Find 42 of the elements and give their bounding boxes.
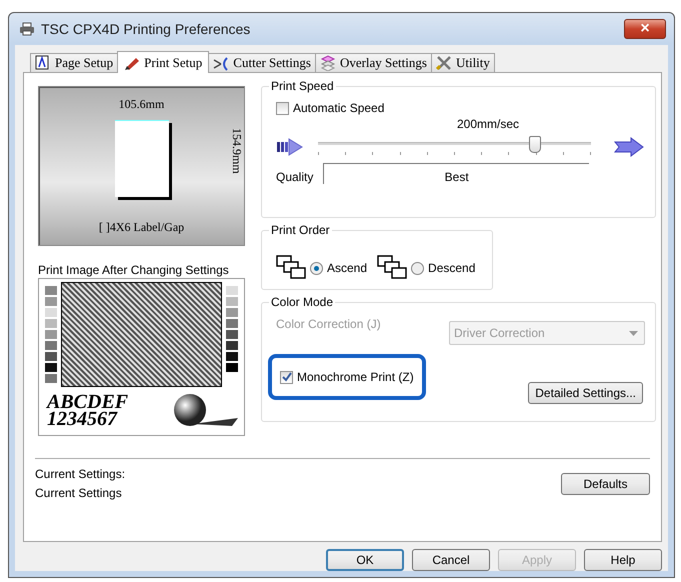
tab[interactable]: Cutter Settings: [208, 53, 316, 72]
radio-option[interactable]: Ascend: [310, 261, 368, 275]
dropdown-caret-icon: [629, 330, 638, 336]
tab[interactable]: Overlay Settings: [314, 53, 432, 72]
tools-icon: [436, 55, 452, 71]
close-button[interactable]: ×: [624, 19, 666, 39]
checkbox-label: Automatic Speed: [293, 101, 384, 115]
paper-width: 105.6mm: [118, 96, 166, 112]
tab[interactable]: Utility: [430, 53, 495, 72]
group-title: Color Mode: [269, 295, 336, 309]
current-settings-text: Current Settings:: [35, 467, 126, 481]
stacked-pages-icon: [377, 255, 408, 281]
printer-icon: [19, 22, 35, 36]
current-settings-text: Current Settings: [35, 486, 123, 500]
group-title: Print Speed: [269, 79, 336, 93]
radio-option[interactable]: Descend: [411, 261, 476, 275]
page-icon: [35, 55, 51, 71]
group-title: Print Order: [269, 223, 332, 237]
window-title: TSC CPX4D Printing Preferences: [41, 21, 252, 37]
slow-arrow-icon: [276, 138, 304, 156]
defaults-button[interactable]: Defaults: [561, 473, 650, 495]
fast-arrow-icon: [613, 137, 645, 157]
dialog-button[interactable]: Help: [584, 549, 662, 571]
sample-text: ABCDEF 1234567: [45, 394, 128, 428]
dialog-button[interactable]: OK: [326, 549, 404, 571]
tab[interactable]: Print Setup: [117, 51, 210, 73]
paper-height: 154.9mm: [229, 127, 244, 176]
checkbox-label: Monochrome Print (Z): [297, 370, 414, 384]
stacked-pages-icon: [276, 255, 306, 281]
speed-slider[interactable]: [318, 136, 591, 158]
checkmark-icon: [282, 372, 292, 382]
quality-label: Quality: [276, 170, 314, 184]
slider-thumb[interactable]: [528, 136, 541, 153]
paper-name: [ ]4X6 Label/Gap: [98, 220, 186, 236]
print-image-label: Print Image After Changing Settings: [38, 263, 230, 278]
scissors-icon: [213, 55, 230, 71]
quality-value: Best: [323, 163, 589, 184]
tab[interactable]: Page Setup: [30, 53, 118, 72]
speed-reading: 200mm/sec: [456, 117, 520, 131]
color-correction-label: Color Correction (J): [276, 317, 382, 333]
checkbox[interactable]: [276, 102, 289, 114]
dialog-button[interactable]: Cancel: [412, 549, 490, 571]
